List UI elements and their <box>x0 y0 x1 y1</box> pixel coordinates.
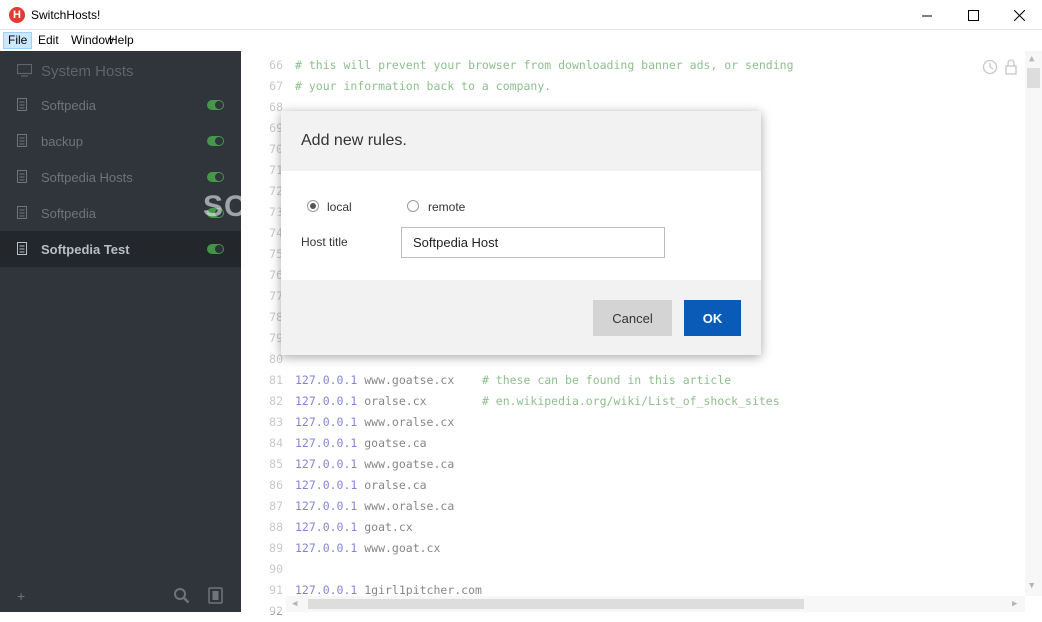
sidebar-item-softpedia-test[interactable]: Softpedia Test <box>0 231 241 267</box>
dialog-header: Add new rules. <box>281 111 761 171</box>
add-host-button[interactable]: + <box>17 588 25 604</box>
cancel-button[interactable]: Cancel <box>593 300 672 336</box>
app-logo-icon: H <box>9 7 25 23</box>
enable-toggle[interactable] <box>207 136 224 146</box>
settings-icon[interactable] <box>208 587 223 604</box>
enable-toggle[interactable] <box>207 244 224 254</box>
radio-remote[interactable] <box>407 200 419 212</box>
add-rules-dialog: Add new rules. local remote Host title C… <box>281 111 761 355</box>
sidebar: System Hosts Softpedia backup Softpedia … <box>0 51 241 612</box>
enable-toggle[interactable] <box>207 100 224 110</box>
radio-local-label[interactable]: local <box>327 200 352 214</box>
radio-remote-label[interactable]: remote <box>428 200 465 214</box>
sidebar-item-label: Softpedia Test <box>41 242 130 257</box>
document-icon <box>17 206 27 219</box>
title-bar: H SwitchHosts! <box>0 0 1042 30</box>
search-icon[interactable] <box>173 587 190 604</box>
sidebar-item-label: Softpedia <box>41 98 96 113</box>
menu-help[interactable]: Help <box>104 32 139 49</box>
monitor-icon <box>17 64 32 77</box>
host-title-input[interactable] <box>401 227 665 258</box>
enable-toggle[interactable] <box>207 172 224 182</box>
sidebar-item-backup[interactable]: backup <box>0 123 241 159</box>
document-icon <box>17 242 27 255</box>
ok-button[interactable]: OK <box>684 300 741 336</box>
sidebar-item-label: backup <box>41 134 83 149</box>
window-title: SwitchHosts! <box>31 8 101 22</box>
close-icon <box>1013 9 1025 21</box>
sidebar-item-label: Softpedia <box>41 206 96 221</box>
maximize-icon <box>967 9 979 21</box>
minimize-icon <box>921 15 932 16</box>
sidebar-item-label: System Hosts <box>41 63 134 80</box>
document-icon <box>17 98 27 111</box>
dialog-footer: Cancel OK <box>281 280 761 355</box>
menu-edit[interactable]: Edit <box>33 32 64 49</box>
host-title-label: Host title <box>301 235 348 249</box>
radio-local[interactable] <box>307 200 319 212</box>
sidebar-item-softpedia[interactable]: Softpedia <box>0 87 241 123</box>
sidebar-item-system-hosts[interactable]: System Hosts <box>0 52 241 88</box>
maximize-button[interactable] <box>950 0 996 30</box>
menu-bar: File Edit Window Help <box>0 30 1042 51</box>
menu-file[interactable]: File <box>3 32 33 49</box>
document-icon <box>17 134 27 147</box>
dialog-title: Add new rules. <box>301 132 407 149</box>
document-icon <box>17 170 27 183</box>
sidebar-item-label: Softpedia Hosts <box>41 170 133 185</box>
close-button[interactable] <box>996 0 1042 30</box>
minimize-button[interactable] <box>904 0 950 30</box>
